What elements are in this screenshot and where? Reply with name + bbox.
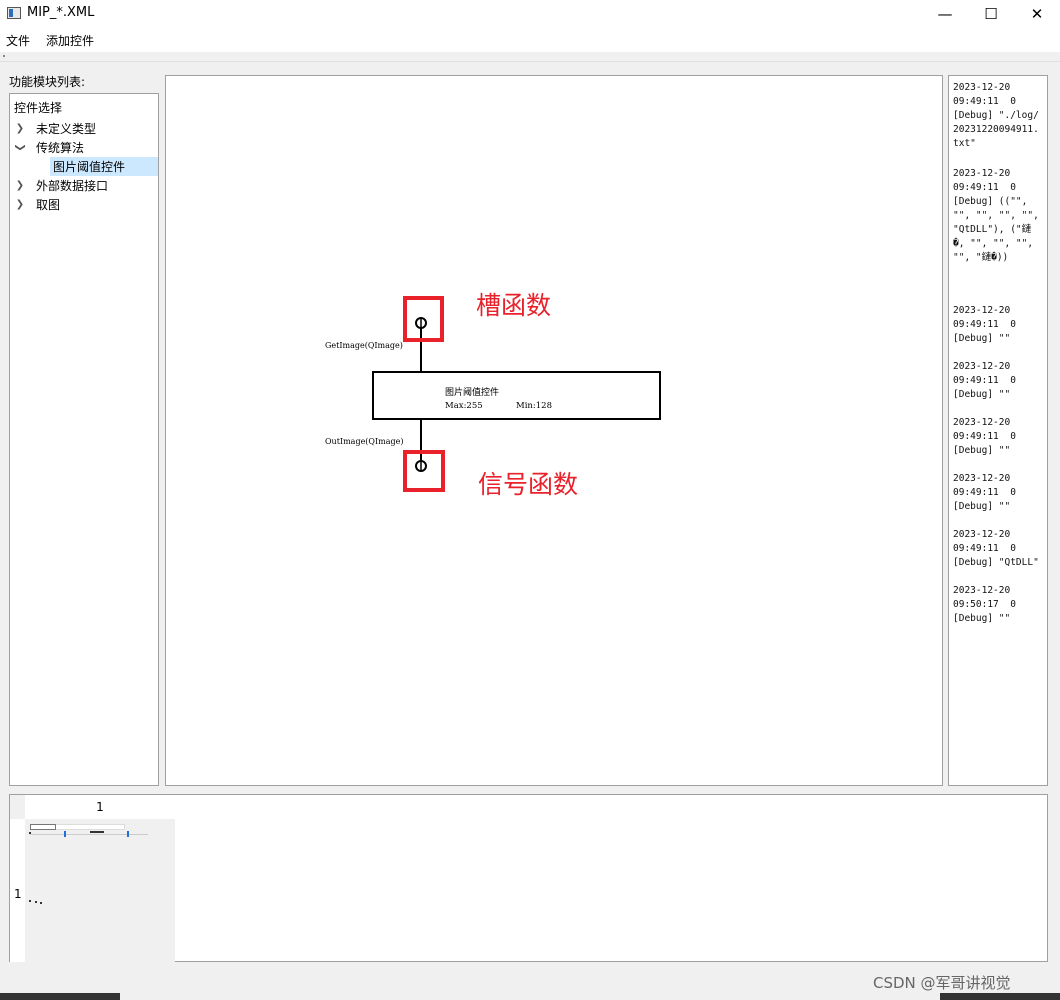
chevron-right-icon[interactable]: ❯ (14, 180, 26, 191)
module-list-label: 功能模块列表: (9, 75, 86, 89)
log-entry: 2023-12-20 09:49:11 0 [Debug] "" (953, 473, 1016, 512)
menu-bar: 文件 添加控件 (0, 28, 1060, 52)
tree-item-external-data[interactable]: ❯ 外部数据接口 (14, 176, 158, 195)
log-entry: 2023-12-20 09:49:11 0 [Debug] "" (953, 305, 1016, 344)
thumbnail-tick (64, 831, 66, 837)
table-corner[interactable] (10, 795, 25, 819)
thumbnail-label (30, 824, 56, 830)
chevron-down-icon[interactable]: ❯ (15, 142, 26, 154)
log-entry: 2023-12-20 09:49:11 0 [Debug] "" (953, 417, 1016, 456)
thumbnail-line (30, 834, 148, 835)
row-header[interactable]: 1 (10, 819, 25, 962)
tree-item-label: 传统算法 (36, 141, 85, 155)
tree-header: 控件选择 (14, 101, 63, 115)
tree-item-capture[interactable]: ❯ 取图 (14, 195, 158, 214)
input-port-label: GetImage(QImage) (325, 341, 403, 350)
log-entry: 2023-12-20 09:49:11 0 [Debug] "./log/ 20… (953, 82, 1039, 149)
menu-add-control[interactable]: 添加控件 (46, 32, 94, 49)
menu-file[interactable]: 文件 (6, 32, 30, 49)
column-header[interactable]: 1 (25, 795, 175, 819)
tree-item-label: 取图 (36, 198, 61, 212)
log-entry: 2023-12-20 09:50:17 0 [Debug] "" (953, 585, 1016, 624)
status-strip-left (0, 993, 120, 1000)
log-entry: 2023-12-20 09:49:11 0 [Debug] "QtDLL" (953, 529, 1039, 568)
thumbnail-dot (40, 902, 42, 904)
tree-item-label: 未定义类型 (36, 122, 97, 136)
log-entry: 2023-12-20 09:49:11 0 [Debug] "" (953, 361, 1016, 400)
thumbnail-dot (29, 900, 31, 902)
node-title: 图片阈值控件 (445, 386, 499, 398)
app-icon (7, 7, 21, 19)
thumbnail-table[interactable]: 1 1 (9, 794, 1048, 962)
title-bar: MIP_*.XML — ☐ ✕ (0, 0, 1060, 28)
node-max: Max:255 (445, 401, 483, 411)
maximize-button[interactable]: ☐ (968, 0, 1014, 28)
thumbnail-dot (35, 901, 37, 903)
tree-item-label: 外部数据接口 (36, 179, 109, 193)
status-strip-right (940, 993, 1060, 1000)
thumbnail-dot (29, 832, 31, 834)
tree-item-traditional-algorithm[interactable]: ❯ 传统算法 (14, 138, 158, 157)
tree-item-label: 图片阈值控件 (53, 160, 126, 174)
chevron-right-icon[interactable]: ❯ (14, 199, 26, 210)
tree-item-image-threshold[interactable]: 图片阈值控件 (50, 157, 158, 176)
watermark: CSDN @军哥讲视觉 (873, 974, 1011, 992)
toolbar-grip (0, 52, 1060, 62)
node-min: Min:128 (516, 401, 552, 411)
thumbnail-tick (127, 831, 129, 837)
canvas-svg: 图片阈值控件 Max:255 Min:128 GetImage(QImage) … (325, 291, 661, 499)
row-header-label: 1 (14, 887, 22, 901)
thumbnail-cell[interactable] (25, 819, 175, 962)
thumbnail-dot (90, 831, 104, 833)
log-panel[interactable]: 2023-12-20 09:49:11 0 [Debug] "./log/ 20… (948, 75, 1048, 786)
signal-annotation: 信号函数 (478, 470, 578, 499)
control-tree[interactable]: 控件选择 ❯ 未定义类型 ❯ 传统算法 图片阈值控件 ❯ 外部数据接口 ❯ 取图 (9, 93, 159, 786)
tree-item-undefined-type[interactable]: ❯ 未定义类型 (14, 119, 158, 138)
flow-canvas[interactable]: 图片阈值控件 Max:255 Min:128 GetImage(QImage) … (165, 75, 943, 786)
minimize-button[interactable]: — (922, 0, 968, 28)
slot-annotation: 槽函数 (476, 291, 551, 320)
window-title: MIP_*.XML (27, 5, 95, 20)
threshold-node[interactable] (372, 371, 661, 420)
close-button[interactable]: ✕ (1014, 0, 1060, 28)
log-entry: 2023-12-20 09:49:11 0 [Debug] (("", "", … (953, 168, 1039, 263)
chevron-right-icon[interactable]: ❯ (14, 123, 26, 134)
output-port-label: OutImage(QImage) (325, 437, 403, 446)
